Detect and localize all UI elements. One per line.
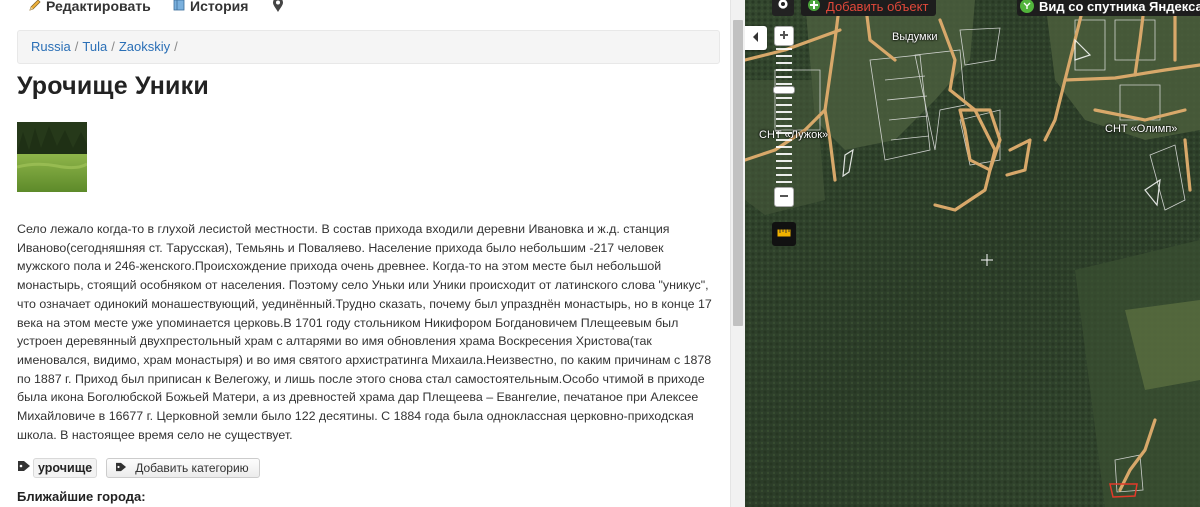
zoom-in-button[interactable] — [774, 26, 794, 46]
scrollbar[interactable] — [730, 0, 745, 507]
plus-icon — [779, 27, 789, 45]
map-settings-button[interactable] — [772, 0, 794, 16]
tag-icon — [17, 459, 31, 477]
map-label-vydumki: Выдумки — [892, 31, 938, 43]
breadcrumb-link-tula[interactable]: Tula — [82, 39, 107, 54]
zoom-control — [773, 26, 795, 210]
breadcrumb-separator: / — [111, 39, 115, 54]
article-panel: Редактировать История Russia / Tula / Zaoksk… — [0, 0, 745, 507]
minus-icon — [779, 188, 789, 206]
edit-label: Редактировать — [46, 0, 151, 14]
zoom-slider-handle[interactable] — [773, 86, 795, 94]
breadcrumb: Russia / Tula / Zaokskiy / — [17, 30, 720, 64]
ruler-button[interactable] — [772, 222, 796, 246]
zoom-out-button[interactable] — [774, 187, 794, 207]
place-description: Село лежало когда-то в глухой лесистой м… — [17, 222, 712, 442]
yandex-satellite-button[interactable]: Вид со спутника Яндекса — [1017, 0, 1200, 16]
tag-icon — [115, 461, 135, 475]
add-object-label: Добавить объект — [826, 0, 929, 14]
edit-button[interactable]: Редактировать — [28, 0, 151, 16]
add-object-icon — [807, 0, 826, 15]
map-label-snt-olimp: СНТ «Олимп» — [1105, 123, 1178, 135]
breadcrumb-separator: / — [174, 39, 178, 54]
page-title: Урочище Уники — [17, 72, 209, 100]
map-pin-icon — [272, 0, 288, 16]
ruler-icon — [777, 225, 791, 243]
satellite-label: Вид со спутника Яндекса — [1039, 0, 1200, 14]
place-photo-thumbnail[interactable] — [17, 122, 87, 192]
map-view[interactable]: Выдумки СНТ «Лужок» СНТ «Олимп» Добавить… — [745, 0, 1200, 507]
breadcrumb-separator: / — [74, 39, 79, 54]
add-object-button[interactable]: Добавить объект — [801, 0, 937, 16]
toolbar: Редактировать История — [0, 0, 745, 16]
tag-list: урочище Добавить категорию — [17, 458, 260, 478]
gear-icon — [777, 0, 789, 15]
pencil-icon — [28, 0, 46, 15]
satellite-icon — [1020, 0, 1034, 13]
history-label: История — [190, 0, 249, 14]
show-on-map-button[interactable] — [272, 0, 288, 16]
tag-chip[interactable]: урочище — [33, 458, 98, 478]
breadcrumb-link-russia[interactable]: Russia — [31, 39, 71, 54]
collapse-map-button[interactable] — [745, 26, 767, 50]
scrollbar-thumb[interactable] — [733, 20, 743, 326]
breadcrumb-link-zaokskiy[interactable]: Zaokskiy — [119, 39, 170, 54]
book-icon — [172, 0, 190, 15]
nearby-cities-heading: Ближайшие города: — [17, 489, 146, 504]
add-category-button[interactable]: Добавить категорию — [106, 458, 260, 478]
history-button[interactable]: История — [172, 0, 248, 16]
zoom-slider-track[interactable] — [776, 48, 792, 186]
satellite-map-imagery — [745, 0, 1200, 507]
add-category-label: Добавить категорию — [135, 461, 249, 475]
chevron-left-icon — [752, 29, 760, 47]
